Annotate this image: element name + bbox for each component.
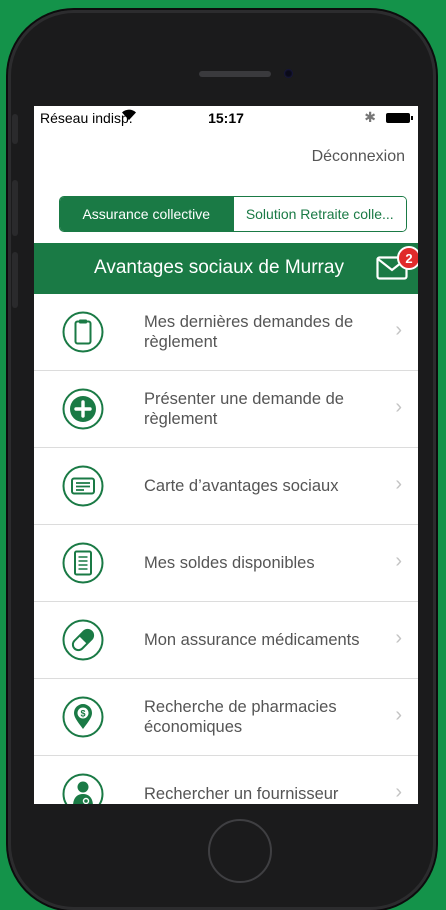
group-banner: Avantages sociaux de Murray 2	[34, 243, 418, 294]
menu-item-carte-avantages[interactable]: Carte d’avantages sociaux ›	[34, 448, 418, 525]
battery-icon	[386, 113, 413, 123]
earpiece-speaker	[199, 71, 271, 77]
chevron-right-icon: ›	[395, 550, 402, 572]
menu-item-label: Présenter une demande de règlement	[144, 390, 344, 428]
status-bar: Réseau indisp. 15:17 ✱	[34, 106, 418, 130]
chevron-right-icon: ›	[395, 396, 402, 418]
menu-item-label: Mes soldes disponibles	[144, 554, 315, 572]
front-camera	[284, 69, 293, 78]
menu-item-label: Carte d’avantages sociaux	[144, 477, 339, 495]
svg-text:$: $	[80, 709, 85, 719]
plus-circle-icon	[62, 388, 104, 430]
menu-item-label: Mes dernières demandes de règlement	[144, 313, 354, 351]
menu-item-soldes[interactable]: Mes soldes disponibles ›	[34, 525, 418, 602]
app-screen: Réseau indisp. 15:17 ✱ Déconnexion Assur…	[34, 106, 418, 804]
clipboard-icon	[62, 311, 104, 353]
benefits-card-icon	[62, 465, 104, 507]
bluetooth-icon: ✱	[364, 109, 376, 125]
menu-list: Mes dernières demandes de règlement › Pr…	[34, 294, 418, 804]
menu-item-dernieres-demandes[interactable]: Mes dernières demandes de règlement ›	[34, 294, 418, 371]
segmented-control: Assurance collective Solution Retraite c…	[59, 196, 407, 232]
menu-item-label: Mon assurance médicaments	[144, 631, 360, 649]
home-button[interactable]	[208, 819, 272, 883]
chevron-right-icon: ›	[395, 627, 402, 649]
chevron-right-icon: ›	[395, 319, 402, 341]
menu-item-fournisseur[interactable]: Rechercher un fournisseur ›	[34, 756, 418, 804]
volume-up-button	[12, 180, 18, 236]
pharmacy-location-icon: $	[62, 696, 104, 738]
mute-switch	[12, 114, 18, 144]
pill-icon	[62, 619, 104, 661]
document-icon	[62, 542, 104, 584]
menu-item-assurance-medicaments[interactable]: Mon assurance médicaments ›	[34, 602, 418, 679]
chevron-right-icon: ›	[395, 781, 402, 803]
doctor-icon	[62, 773, 104, 804]
tab-assurance-collective[interactable]: Assurance collective	[60, 197, 233, 231]
chevron-right-icon: ›	[395, 473, 402, 495]
status-time: 15:17	[208, 110, 244, 126]
volume-down-button	[12, 252, 18, 308]
menu-item-presenter-demande[interactable]: Présenter une demande de règlement ›	[34, 371, 418, 448]
message-count-badge: 2	[397, 246, 418, 270]
menu-item-label: Recherche de pharmacies économiques	[144, 698, 337, 736]
tab-solution-retraite[interactable]: Solution Retraite colle...	[232, 197, 406, 231]
logout-button[interactable]: Déconnexion	[312, 148, 405, 166]
menu-item-pharmacies[interactable]: $ Recherche de pharmacies économiques ›	[34, 679, 418, 756]
banner-title: Avantages sociaux de Murray	[94, 257, 344, 278]
menu-item-label: Rechercher un fournisseur	[144, 785, 339, 803]
chevron-right-icon: ›	[395, 704, 402, 726]
